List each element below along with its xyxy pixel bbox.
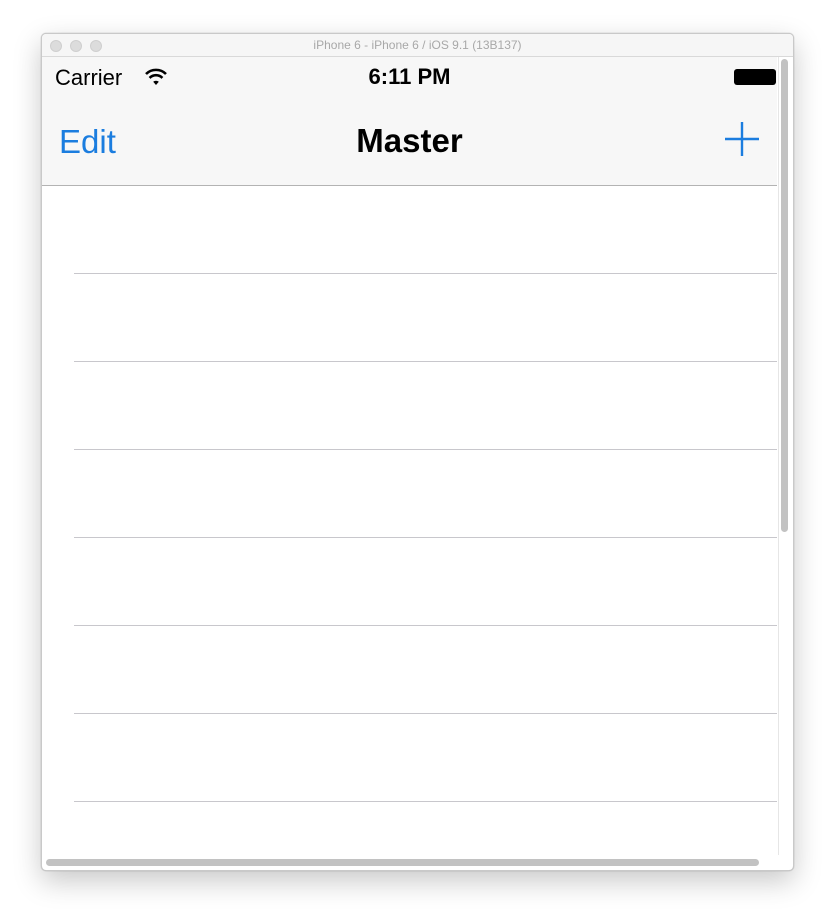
window-title: iPhone 6 - iPhone 6 / iOS 9.1 (13B137): [313, 38, 522, 52]
plus-icon[interactable]: [723, 120, 761, 158]
status-bar: Carrier 6:11 PM: [42, 57, 777, 97]
table-row[interactable]: [42, 186, 777, 274]
device-screen: Carrier 6:11 PM Edit Master: [42, 57, 777, 855]
status-time: 6:11 PM: [368, 64, 451, 89]
table-row[interactable]: [42, 802, 777, 855]
window-titlebar: iPhone 6 - iPhone 6 / iOS 9.1 (13B137): [42, 34, 793, 57]
table-row[interactable]: [42, 450, 777, 538]
table-row[interactable]: [42, 714, 777, 802]
navigation-bar: Edit Master: [42, 97, 777, 186]
page-title: Master: [356, 122, 463, 159]
battery-icon: [734, 69, 776, 85]
vertical-scroll-track: [778, 57, 779, 855]
horizontal-scrollbar[interactable]: [46, 859, 759, 866]
table-row[interactable]: [42, 362, 777, 450]
vertical-scrollbar[interactable]: [781, 59, 788, 532]
table-row[interactable]: [42, 538, 777, 626]
table-row[interactable]: [42, 626, 777, 714]
table-row[interactable]: [42, 274, 777, 362]
simulator-window: iPhone 6 - iPhone 6 / iOS 9.1 (13B137) C…: [41, 33, 794, 871]
master-table[interactable]: [42, 186, 777, 855]
